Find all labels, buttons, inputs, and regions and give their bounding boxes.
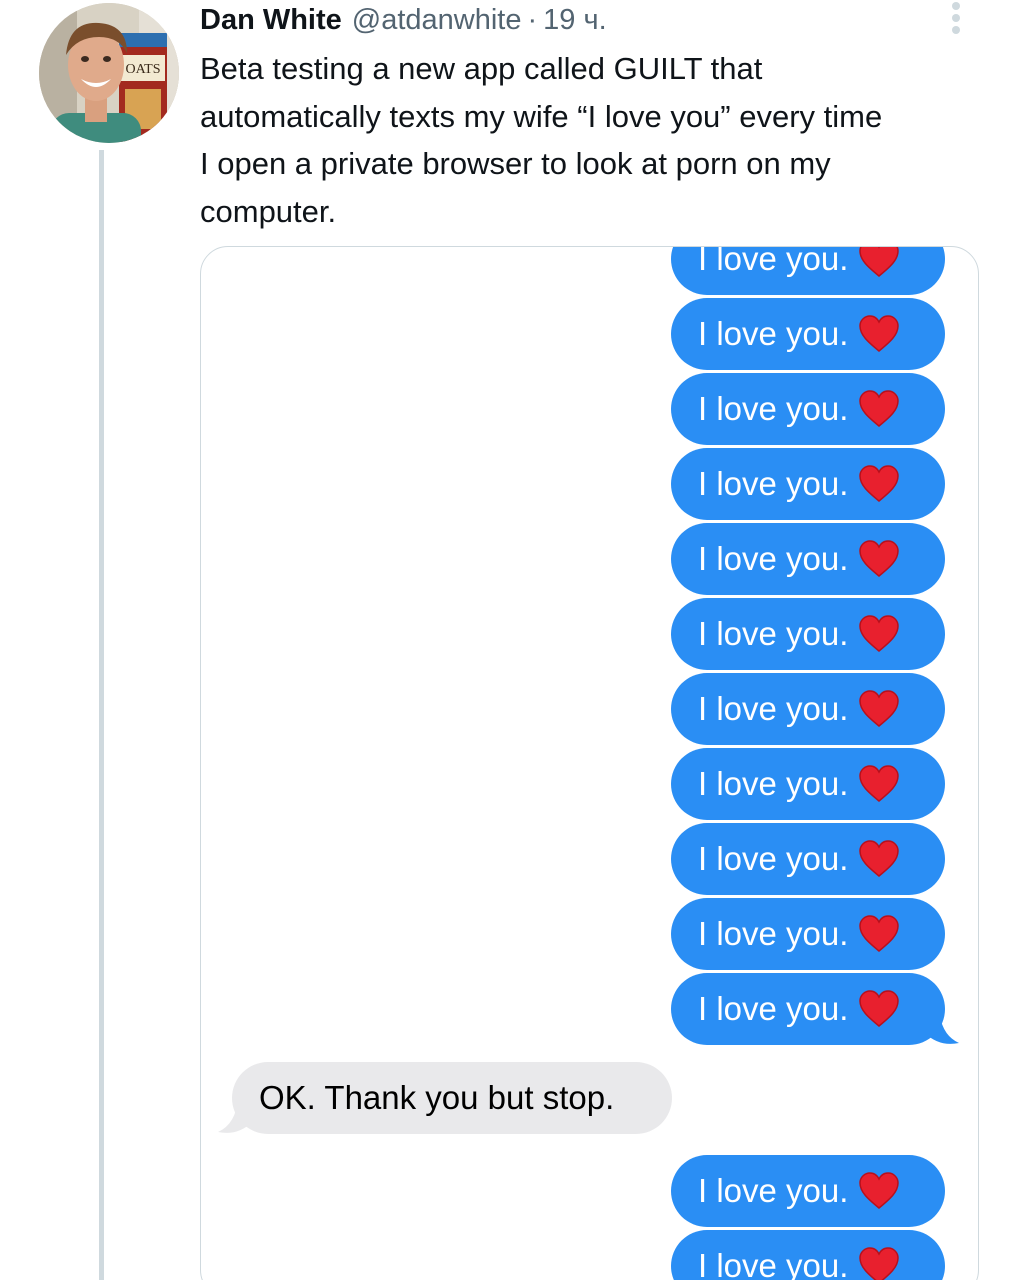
message-text: I love you. <box>698 615 849 652</box>
tweet-text-line: Beta testing a new app called GUILT that <box>200 51 763 86</box>
sent-message-bubble: I love you. <box>671 1230 945 1280</box>
message-text: I love you. <box>698 390 849 427</box>
header-separator: · <box>527 4 538 36</box>
message-text: I love you. <box>698 1247 849 1280</box>
sent-message-bubble: I love you. <box>671 373 945 445</box>
thread-line <box>99 150 104 1280</box>
red-heart-icon <box>859 840 900 877</box>
red-heart-icon <box>859 990 900 1027</box>
sent-message-bubble: I love you. <box>671 523 945 595</box>
red-heart-icon <box>859 1247 900 1280</box>
red-heart-icon <box>859 540 900 577</box>
timestamp[interactable]: 19 ч. <box>543 2 606 38</box>
message-text: I love you. <box>698 915 849 952</box>
message-text: I love you. <box>698 246 849 277</box>
red-heart-icon <box>859 390 900 427</box>
tweet-header: Dan White @atdanwhite · 19 ч. <box>200 2 607 40</box>
message-text: I love you. <box>698 690 849 727</box>
message-text: I love you. <box>698 465 849 502</box>
svg-text:OATS: OATS <box>125 62 160 77</box>
message-text: I love you. <box>698 765 849 802</box>
red-heart-icon <box>859 315 900 352</box>
attached-image[interactable]: I love you. I love you. I love you. I lo… <box>200 246 979 1280</box>
author-handle[interactable]: @atdanwhite <box>352 2 522 38</box>
tweet[interactable]: OATS Dan White @atdanwhite · 19 ч. Beta … <box>0 0 1009 1280</box>
message-text: I love you. <box>698 315 849 352</box>
more-vertical-icon <box>952 2 960 10</box>
red-heart-icon <box>859 615 900 652</box>
red-heart-icon <box>859 247 900 277</box>
red-heart-icon <box>859 690 900 727</box>
message-text: I love you. <box>698 840 849 877</box>
red-heart-icon <box>859 465 900 502</box>
received-message-bubble: OK. Thank you but stop. <box>232 1062 672 1134</box>
avatar-image: OATS <box>39 3 179 143</box>
sent-message-bubble: I love you. <box>671 598 945 670</box>
sent-message-bubble: I love you. <box>671 246 945 295</box>
red-heart-icon <box>859 915 900 952</box>
message-text: I love you. <box>698 540 849 577</box>
tweet-text-line: computer. <box>200 193 337 229</box>
sent-message-bubble: I love you. <box>671 973 945 1045</box>
sent-message-bubble: I love you. <box>671 448 945 520</box>
tweet-text-line: I open a private browser to look at porn… <box>200 146 831 181</box>
sent-message-bubble: I love you. <box>671 673 945 745</box>
message-text: I love you. <box>698 990 849 1027</box>
message-text: OK. Thank you but stop. <box>259 1079 615 1116</box>
sent-message-bubble: I love you. <box>671 1155 945 1227</box>
red-heart-icon <box>859 765 900 802</box>
tweet-text-line: automatically texts my wife “I love you”… <box>200 98 883 134</box>
red-heart-icon <box>859 1172 900 1209</box>
more-options-button[interactable] <box>944 0 968 36</box>
author-name[interactable]: Dan White <box>200 2 342 38</box>
sent-message-bubble: I love you. <box>671 898 945 970</box>
sent-message-bubble: I love you. <box>671 298 945 370</box>
avatar[interactable]: OATS <box>39 3 179 143</box>
tweet-text: Beta testing a new app called GUILT that… <box>200 45 990 235</box>
sent-message-bubble: I love you. <box>671 748 945 820</box>
sent-message-bubble: I love you. <box>671 823 945 895</box>
message-text: I love you. <box>698 1172 849 1209</box>
